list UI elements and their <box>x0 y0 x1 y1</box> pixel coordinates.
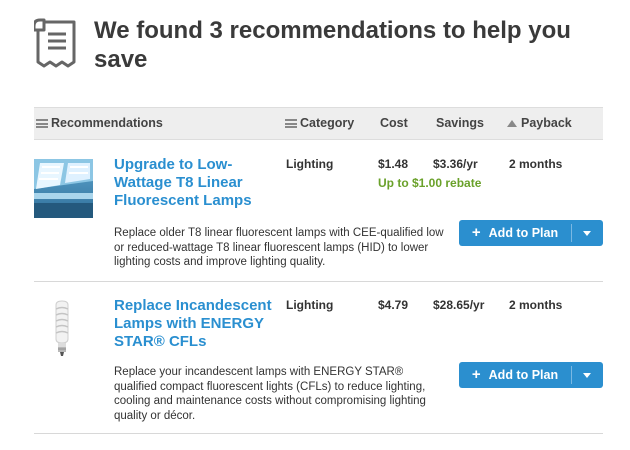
column-label: Recommendations <box>51 116 163 130</box>
column-header-recommendations[interactable]: Recommendations <box>36 108 163 139</box>
add-to-plan-main[interactable]: + Add to Plan <box>459 362 571 388</box>
sort-ascending-icon <box>507 120 517 127</box>
plus-icon: + <box>471 224 481 241</box>
cost-value: $4.79 <box>378 298 409 312</box>
add-to-plan-dropdown[interactable] <box>572 362 603 388</box>
add-to-plan-label: Add to Plan <box>488 226 559 240</box>
plus-icon: + <box>471 366 481 383</box>
add-to-plan-label: Add to Plan <box>488 368 559 382</box>
column-header-category[interactable]: Category <box>285 108 354 139</box>
document-list-icon <box>34 18 76 68</box>
recommendation-title-link[interactable]: Replace Incandescent Lamps with ENERGY S… <box>114 297 289 351</box>
recommendation-description: Replace your incandescent lamps with ENE… <box>114 366 426 422</box>
table-row: Replace Incandescent Lamps with ENERGY S… <box>34 282 603 434</box>
table-row: Upgrade to Low-Wattage T8 Linear Fluores… <box>34 141 603 282</box>
add-to-plan-main[interactable]: + Add to Plan <box>459 220 571 246</box>
cost-value: $1.48 <box>378 157 409 171</box>
page-title: We found 3 recommendations to help you s… <box>94 17 571 73</box>
chevron-down-icon <box>583 231 591 236</box>
column-label: Savings <box>436 116 484 130</box>
fluorescent-lamps-thumbnail <box>34 159 93 218</box>
column-label: Category <box>300 116 355 130</box>
add-to-plan-dropdown[interactable] <box>572 220 603 246</box>
category-value: Lighting <box>286 298 334 312</box>
table-header: Recommendations Category Cost Savings Pa… <box>34 107 603 140</box>
recommendation-title-link[interactable]: Upgrade to Low-Wattage T8 Linear Fluores… <box>114 156 289 210</box>
page-header: We found 3 recommendations to help you s… <box>34 16 624 86</box>
menu-icon <box>36 119 48 128</box>
add-to-plan-button[interactable]: + Add to Plan <box>459 362 603 388</box>
savings-value: $3.36/yr <box>433 157 478 171</box>
savings-value: $28.65/yr <box>433 298 485 312</box>
chevron-down-icon <box>583 373 591 378</box>
cfl-bulb-thumbnail <box>34 299 93 358</box>
column-header-savings[interactable]: Savings <box>436 108 484 139</box>
payback-value: 2 months <box>509 298 563 312</box>
category-value: Lighting <box>286 157 334 171</box>
payback-value: 2 months <box>509 157 563 171</box>
menu-icon <box>285 119 297 128</box>
add-to-plan-button[interactable]: + Add to Plan <box>459 220 603 246</box>
column-label: Cost <box>380 116 408 130</box>
rebate-label: Up to $1.00 rebate <box>378 176 482 190</box>
column-header-payback[interactable]: Payback <box>507 108 572 139</box>
column-header-cost[interactable]: Cost <box>380 108 408 139</box>
column-label: Payback <box>521 116 572 130</box>
recommendation-description: Replace older T8 linear fluorescent lamp… <box>114 227 444 268</box>
